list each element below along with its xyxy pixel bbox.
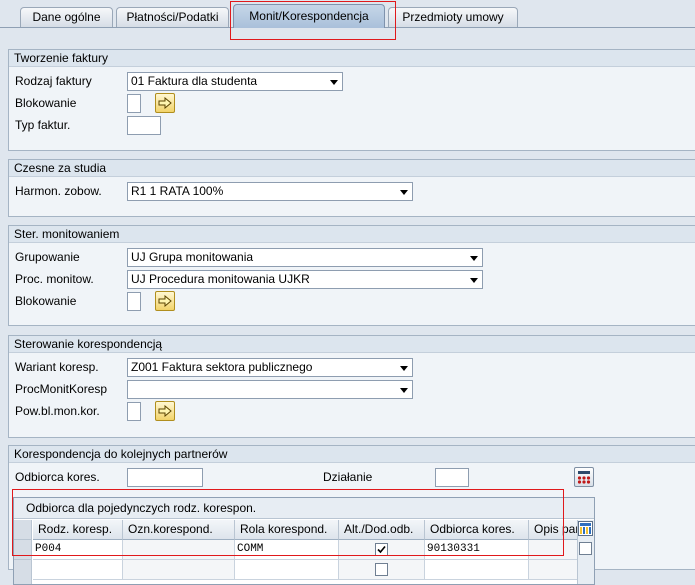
alt-dod-odb-checkbox[interactable] (375, 543, 388, 556)
pow-bl-mon-kor-arrow-button[interactable] (155, 401, 175, 421)
group-title: Korespondencja do kolejnych partnerów (9, 446, 695, 463)
alt-dod-odb-checkbox[interactable] (375, 563, 388, 576)
tab-platnosci-podatki[interactable]: Płatności/Podatki (116, 7, 229, 27)
cell-empty[interactable] (529, 560, 579, 580)
cell-ozn-korespond[interactable] (123, 540, 235, 560)
rodzaj-faktury-value: 01 Faktura dla studenta (131, 74, 258, 88)
label-grupowanie: Grupowanie (15, 250, 80, 264)
harmon-zobow-select[interactable]: R1 1 RATA 100% (127, 182, 413, 201)
cell-alt-dod-odb (339, 540, 425, 560)
typ-faktur-field[interactable] (127, 116, 161, 135)
rodzaj-faktury-select[interactable]: 01 Faktura dla studenta (127, 72, 343, 91)
blokowanie-monit-arrow-button[interactable] (155, 291, 175, 311)
col-odbiorca-kores[interactable]: Odbiorca kores. (425, 520, 529, 540)
cell-empty[interactable] (425, 560, 529, 580)
cell-empty[interactable] (123, 560, 235, 580)
cell-rodz-koresp[interactable]: P004 (33, 540, 123, 560)
cell-empty[interactable] (339, 560, 425, 580)
label-rodzaj-faktury: Rodzaj faktury (15, 74, 92, 88)
tab-monit-korespondencja[interactable]: Monit/Korespondencja (233, 4, 385, 28)
chevron-down-icon[interactable] (470, 256, 478, 261)
label-pow-bl-mon-kor: Pow.bl.mon.kor. (15, 404, 100, 418)
procmonitkoresp-select[interactable] (127, 380, 413, 399)
arrow-right-icon (158, 97, 172, 109)
group-ster-monitowaniem: Ster. monitowaniem Grupowanie UJ Grupa m… (8, 225, 695, 326)
cell-empty[interactable] (33, 560, 123, 580)
cell-opis-par[interactable] (529, 540, 579, 560)
proc-monitow-value: UJ Procedura monitowania UJKR (131, 272, 310, 286)
chevron-down-icon[interactable] (330, 80, 338, 85)
proc-monitow-select[interactable]: UJ Procedura monitowania UJKR (127, 270, 483, 289)
group-tworzenie-faktury: Tworzenie faktury Rodzaj faktury 01 Fakt… (8, 49, 695, 151)
odbiorca-table: Odbiorca dla pojedynczych rodz. korespon… (13, 497, 595, 585)
group-title: Ster. monitowaniem (9, 226, 695, 243)
label-blokowanie: Blokowanie (15, 96, 77, 110)
table-title: Odbiorca dla pojedynczych rodz. korespon… (14, 498, 594, 519)
table-settings-button[interactable] (574, 467, 594, 487)
chevron-down-icon[interactable] (400, 190, 408, 195)
label-harmon-zobow: Harmon. zobow. (15, 184, 102, 198)
cell-rola-korespond[interactable]: COMM (235, 540, 339, 560)
col-opis-par[interactable]: Opis par (529, 520, 579, 540)
chevron-down-icon[interactable] (470, 278, 478, 283)
harmon-zobow-value: R1 1 RATA 100% (131, 184, 224, 198)
checkmark-icon (377, 545, 386, 554)
grupowanie-select[interactable]: UJ Grupa monitowania (127, 248, 483, 267)
blokowanie-monit-field[interactable] (127, 292, 141, 311)
table-dots-icon (577, 471, 591, 484)
blokowanie-field[interactable] (127, 94, 141, 113)
arrow-right-icon (158, 405, 172, 417)
group-title: Czesne za studia (9, 160, 695, 177)
label-procmonitkoresp: ProcMonitKoresp (15, 382, 108, 396)
label-proc-monitow: Proc. monitow. (15, 272, 94, 286)
wariant-koresp-select[interactable]: Z001 Faktura sektora publicznego (127, 358, 413, 377)
select-all-cell[interactable] (14, 520, 32, 540)
chevron-down-icon[interactable] (400, 366, 408, 371)
column-layout-icon (580, 523, 591, 534)
group-title: Sterowanie korespondencją (9, 336, 695, 353)
col-alt-dod-odb[interactable]: Alt./Dod.odb. (339, 520, 425, 540)
col-ozn-korespond[interactable]: Ozn.korespond. (123, 520, 235, 540)
tab-przedmioty-umowy[interactable]: Przedmioty umowy (388, 7, 518, 27)
grupowanie-value: UJ Grupa monitowania (131, 250, 254, 264)
tab-strip: Dane ogólne Płatności/Podatki Monit/Kore… (0, 0, 695, 28)
cell-odbiorca-kores[interactable]: 90130331 (425, 540, 529, 560)
group-title: Tworzenie faktury (9, 50, 695, 67)
wariant-koresp-value: Z001 Faktura sektora publicznego (131, 360, 313, 374)
group-sterowanie-korespondencja: Sterowanie korespondencją Wariant koresp… (8, 335, 695, 438)
chevron-down-icon[interactable] (400, 388, 408, 393)
row-selector[interactable] (14, 560, 32, 584)
tab-dane-ogolne[interactable]: Dane ogólne (20, 7, 113, 27)
label-odbiorca-kores: Odbiorca kores. (15, 470, 100, 484)
group-korespondencja-partnerow: Korespondencja do kolejnych partnerów Od… (8, 445, 695, 585)
col-rodz-koresp[interactable]: Rodz. koresp. (33, 520, 123, 540)
odbiorca-kores-field[interactable] (127, 468, 203, 487)
blokowanie-arrow-button[interactable] (155, 93, 175, 113)
label-typ-faktur: Typ faktur. (15, 118, 71, 132)
dzialanie-field[interactable] (435, 468, 469, 487)
label-blokowanie-monit: Blokowanie (15, 294, 77, 308)
col-rola-korespond[interactable]: Rola korespond. (235, 520, 339, 540)
column-config-button[interactable] (578, 521, 593, 536)
label-wariant-koresp: Wariant koresp. (15, 360, 99, 374)
pow-bl-mon-kor-field[interactable] (127, 402, 141, 421)
group-czesne-za-studia: Czesne za studia Harmon. zobow. R1 1 RAT… (8, 159, 695, 217)
arrow-right-icon (158, 295, 172, 307)
cell-empty[interactable] (235, 560, 339, 580)
row-checkbox[interactable] (579, 542, 592, 555)
label-dzialanie: Działanie (323, 470, 373, 484)
row-selector[interactable] (14, 540, 32, 560)
